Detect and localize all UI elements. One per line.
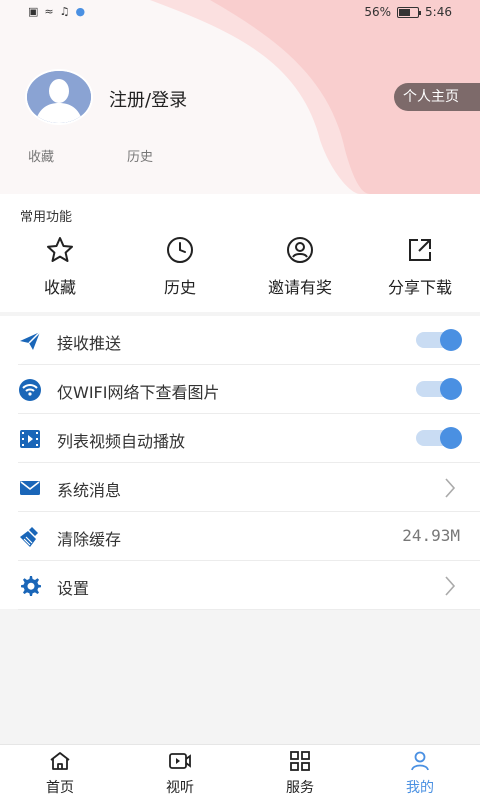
paper-plane-icon	[20, 331, 41, 350]
tab-home[interactable]: 首页	[0, 751, 120, 797]
setting-clear-cache[interactable]: 清除缓存 24.93M	[18, 512, 480, 561]
tab-label: 服务	[286, 780, 314, 796]
function-invite[interactable]: 邀请有奖	[240, 236, 360, 298]
tab-video[interactable]: 视听	[120, 751, 240, 797]
tab-label: 首页	[46, 780, 74, 796]
alert-icon: ▣	[28, 5, 39, 18]
setting-autoplay-video[interactable]: 列表视频自动播放	[18, 414, 480, 463]
setting-label: 清除缓存	[57, 530, 122, 549]
homepage-button[interactable]: 个人主页	[394, 83, 480, 111]
favorites-count-label[interactable]: 收藏	[28, 146, 54, 165]
battery-percent: 56%	[364, 5, 392, 19]
wifi-status-icon: ≈	[44, 5, 54, 18]
grid-icon	[290, 751, 310, 771]
history-count-label[interactable]: 历史	[127, 146, 153, 165]
setting-wifi-images[interactable]: 仅WIFI网络下查看图片	[18, 365, 480, 414]
function-favorites[interactable]: 收藏	[0, 236, 120, 298]
push-toggle[interactable]	[416, 329, 462, 351]
wifi-images-toggle[interactable]	[416, 378, 462, 400]
tab-label: 我的	[406, 780, 434, 796]
setting-system-messages[interactable]: 系统消息	[18, 463, 480, 512]
status-bar: ▣ ≈ ♫ ● 56% 5:46	[0, 0, 480, 24]
share-icon	[409, 239, 431, 261]
setting-label: 列表视频自动播放	[57, 432, 186, 451]
setting-label: 接收推送	[57, 334, 122, 353]
avatar[interactable]	[25, 69, 93, 125]
video-icon	[169, 753, 191, 769]
user-circle-icon	[287, 237, 313, 263]
setting-receive-push[interactable]: 接收推送	[18, 316, 480, 365]
broom-icon	[20, 527, 38, 547]
settings-list: 接收推送 仅WIFI网络下查看图片 列表视频自动播放 系统消息 清除缓存 24.…	[0, 316, 480, 610]
default-avatar-icon	[27, 71, 91, 123]
autoplay-toggle[interactable]	[416, 427, 462, 449]
function-history[interactable]: 历史	[120, 236, 240, 298]
bottom-nav: 首页 视听 服务 我的	[0, 744, 480, 800]
envelope-icon	[20, 481, 40, 495]
cache-size-value: 24.93M	[402, 526, 460, 545]
common-functions-section: 常用功能 收藏 历史 邀请有奖 分享下载	[0, 194, 480, 312]
clock-icon	[167, 237, 193, 263]
chevron-right-icon	[445, 576, 456, 596]
function-label: 收藏	[43, 278, 76, 297]
function-label: 分享下载	[387, 278, 452, 297]
profile-header: ▣ ≈ ♫ ● 56% 5:46 注册/登录 个人主页 收藏 历史	[0, 0, 480, 194]
battery-icon	[397, 6, 422, 18]
setting-label: 系统消息	[57, 481, 122, 500]
clock-time: 5:46	[425, 5, 452, 19]
home-icon	[50, 752, 70, 770]
function-share[interactable]: 分享下载	[360, 236, 480, 298]
setting-label: 设置	[57, 579, 90, 598]
function-label: 邀请有奖	[267, 278, 332, 297]
app-notification-icon: ●	[75, 5, 86, 18]
tab-label: 视听	[166, 780, 194, 796]
music-icon: ♫	[59, 5, 70, 18]
function-label: 历史	[163, 278, 196, 297]
tab-services[interactable]: 服务	[240, 751, 360, 797]
person-icon	[411, 751, 429, 771]
tab-mine[interactable]: 我的	[360, 751, 480, 797]
star-icon	[47, 237, 73, 262]
login-register-link[interactable]: 注册/登录	[109, 86, 187, 112]
wifi-icon	[19, 379, 41, 401]
setting-settings[interactable]: 设置	[18, 561, 480, 610]
film-icon	[20, 430, 40, 448]
setting-label: 仅WIFI网络下查看图片	[57, 383, 220, 402]
section-title: 常用功能	[20, 210, 73, 225]
gear-icon	[21, 576, 41, 596]
chevron-right-icon	[445, 478, 456, 498]
